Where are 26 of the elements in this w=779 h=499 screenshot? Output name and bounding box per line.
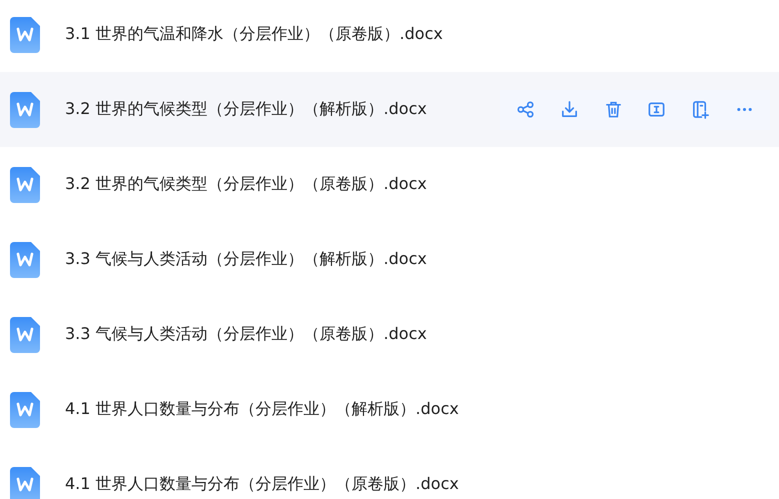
file-name: 3.3 气候与人类活动（分层作业）（解析版）.docx [65, 249, 427, 270]
word-document-icon [10, 92, 40, 128]
word-document-icon [10, 242, 40, 278]
file-row[interactable]: 4.1 世界人口数量与分布（分层作业）（解析版）.docx [0, 372, 779, 447]
word-document-icon [10, 166, 40, 202]
share-icon[interactable] [516, 100, 536, 119]
file-name: 3.1 世界的气温和降水（分层作业）（原卷版）.docx [65, 24, 443, 45]
file-name: 4.1 世界人口数量与分布（分层作业）（解析版）.docx [65, 399, 459, 420]
download-icon[interactable] [560, 100, 579, 119]
file-name: 3.2 世界的气候类型（分层作业）（解析版）.docx [65, 99, 427, 120]
file-row[interactable]: 3.3 气候与人类活动（分层作业）（解析版）.docx [0, 222, 779, 297]
file-row[interactable]: 3.1 世界的气温和降水（分层作业）（原卷版）.docx [0, 0, 779, 72]
word-document-icon [10, 16, 40, 52]
word-document-icon [10, 466, 40, 499]
file-row[interactable]: 4.1 世界人口数量与分布（分层作业）（原卷版）.docx [0, 447, 779, 499]
file-row[interactable]: 3.2 世界的气候类型（分层作业）（原卷版）.docx [0, 147, 779, 222]
word-document-icon [10, 316, 40, 352]
file-row[interactable]: 3.2 世界的气候类型（分层作业）（解析版）.docx [0, 72, 779, 147]
file-name: 3.3 气候与人类活动（分层作业）（原卷版）.docx [65, 324, 427, 345]
file-name: 4.1 世界人口数量与分布（分层作业）（原卷版）.docx [65, 474, 459, 495]
file-name: 3.2 世界的气候类型（分层作业）（原卷版）.docx [65, 174, 427, 195]
word-document-icon [10, 392, 40, 428]
copy-icon[interactable] [690, 100, 710, 119]
file-row[interactable]: 3.3 气候与人类活动（分层作业）（原卷版）.docx [0, 297, 779, 372]
rename-icon[interactable] [647, 100, 666, 119]
delete-icon[interactable] [604, 100, 623, 119]
